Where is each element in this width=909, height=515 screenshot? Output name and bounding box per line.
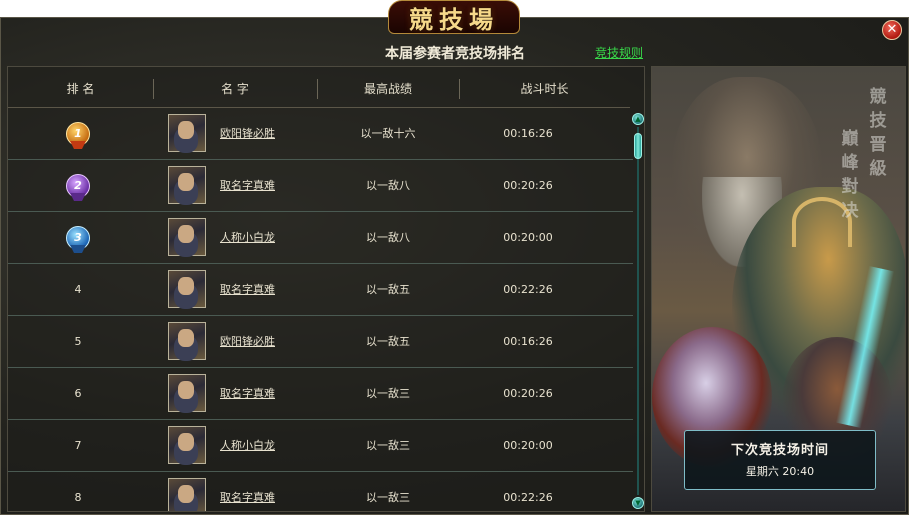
rank-cell: 3 [8,212,148,263]
next-arena-time-box: 下次竞技场时间 星期六 20:40 [684,430,876,490]
arrow-down-icon: ▼ [635,499,641,507]
rank-number: 5 [74,335,82,348]
table-row[interactable]: 6 取名字真难 以一敌三 00:20:26 [8,368,633,420]
best-record: 以一敌八 [366,179,410,192]
table-row[interactable]: 1 欧阳锋必胜 以一敌十六 00:16:26 [8,108,633,160]
avatar[interactable] [168,218,206,256]
gold-medal-icon: 1 [66,122,90,149]
table-row[interactable]: 4 取名字真难 以一敌五 00:22:26 [8,264,633,316]
header-best: 最高战绩 [317,67,459,107]
window-title-banner: 競技場 [388,0,520,34]
ranking-heading: 本届参赛者竞技场排名 [385,46,525,62]
header-rank: 排 名 [66,82,95,96]
battle-duration: 00:20:00 [503,439,553,452]
close-icon: ✕ [886,22,898,37]
best-record: 以一敌五 [366,283,410,296]
player-name-link[interactable]: 人称小白龙 [220,420,300,471]
best-record: 以一敌三 [366,439,410,452]
slogan-text-2: 巔峰對决 [841,129,859,221]
header-time: 战斗时长 [459,67,630,107]
player-name-link[interactable]: 取名字真难 [220,472,300,511]
table-row[interactable]: 5 欧阳锋必胜 以一敌五 00:16:26 [8,316,633,368]
rank-cell: 2 [8,160,148,211]
avatar[interactable] [168,322,206,360]
avatar[interactable] [168,426,206,464]
vertical-scrollbar[interactable]: ▲ ▼ [632,113,644,509]
scroll-track[interactable] [637,127,639,495]
table-body: 1 欧阳锋必胜 以一敌十六 00:16:26 2 取名字真难 以一敌八 00:2… [8,108,633,511]
avatar[interactable] [168,374,206,412]
avatar[interactable] [168,478,206,511]
battle-duration: 00:20:00 [503,231,553,244]
rank-number: 8 [74,491,82,504]
avatar[interactable] [168,114,206,152]
best-record: 以一敌三 [366,491,410,504]
silver-medal-icon: 2 [66,174,90,201]
avatar[interactable] [168,166,206,204]
best-record: 以一敌十六 [360,127,416,140]
battle-duration: 00:22:26 [503,491,553,504]
table-row[interactable]: 2 取名字真难 以一敌八 00:20:26 [8,160,633,212]
arrow-up-icon: ▲ [635,115,641,123]
battle-duration: 00:20:26 [503,387,553,400]
bronze-medal-icon: 3 [66,226,90,253]
next-arena-value: 星期六 20:40 [745,465,815,478]
close-button[interactable]: ✕ [882,20,902,40]
player-name-link[interactable]: 取名字真难 [220,264,300,315]
best-record: 以一敌八 [366,231,410,244]
player-name-link[interactable]: 人称小白龙 [220,212,300,263]
rank-number: 4 [74,283,82,296]
rank-number: 7 [74,439,82,452]
player-name-link[interactable]: 欧阳锋必胜 [220,316,300,367]
battle-duration: 00:16:26 [503,335,553,348]
table-row[interactable]: 7 人称小白龙 以一敌三 00:20:00 [8,420,633,472]
rank-number: 6 [74,387,82,400]
table-row[interactable]: 8 取名字真难 以一敌三 00:22:26 [8,472,633,511]
player-name-link[interactable]: 取名字真难 [220,368,300,419]
scroll-up-button[interactable]: ▲ [632,113,644,125]
table-row[interactable]: 3 人称小白龙 以一敌八 00:20:00 [8,212,633,264]
rank-cell: 1 [8,108,148,159]
next-arena-label: 下次竞技场时间 [730,443,829,458]
rules-link[interactable]: 竞技规则 [595,44,643,61]
battle-duration: 00:22:26 [503,283,553,296]
header-name: 名 字 [153,67,317,107]
player-name-link[interactable]: 取名字真难 [220,160,300,211]
scroll-thumb[interactable] [634,133,642,159]
best-record: 以一敌三 [366,387,410,400]
avatar[interactable] [168,270,206,308]
slogan-text-1: 競技晋級 [869,87,887,179]
player-name-link[interactable]: 欧阳锋必胜 [220,108,300,159]
arena-window: 競技場 ✕ 本届参赛者竞技场排名 竞技规则 排 名 名 字 最高战绩 战斗时长 … [0,0,909,515]
battle-duration: 00:20:26 [503,179,553,192]
best-record: 以一敌五 [366,335,410,348]
ranking-table: 排 名 名 字 最高战绩 战斗时长 1 欧阳锋必胜 以一敌十六 00:16:26… [7,66,645,512]
battle-duration: 00:16:26 [503,127,553,140]
table-header: 排 名 名 字 最高战绩 战斗时长 [8,67,630,108]
scroll-down-button[interactable]: ▼ [632,497,644,509]
